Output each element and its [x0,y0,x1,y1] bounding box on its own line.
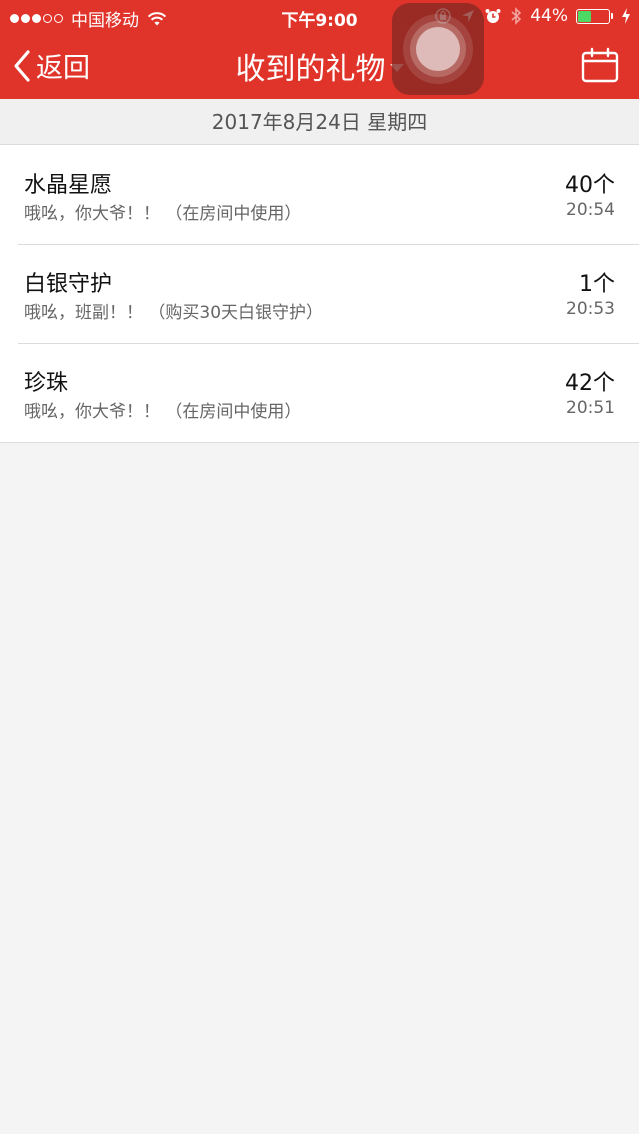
gift-time: 20:51 [566,398,615,418]
battery-icon [576,8,613,24]
gift-time: 20:53 [566,299,615,319]
gift-row[interactable]: 水晶星愿 哦吆，你大爷！！ （在房间中使用） 40个 20:54 [0,145,639,244]
status-bar: 中国移动 下午9:00 44% [0,0,639,34]
gift-count: 42个 [565,371,615,396]
gift-time: 20:54 [566,200,615,220]
date-header: 2017年8月24日 星期四 [0,99,639,145]
back-button[interactable]: 返回 [12,46,90,85]
assistive-touch-button[interactable] [392,3,484,95]
charging-icon [622,8,630,24]
calendar-icon[interactable] [581,47,619,83]
gift-count: 40个 [565,173,615,198]
bluetooth-icon [511,7,522,25]
back-button-label: 返回 [36,53,90,84]
gift-name: 水晶星愿 [24,173,113,198]
alarm-icon [485,9,501,23]
gift-message: 哦吆，你大爷！！ （在房间中使用） [24,204,302,224]
gift-message: 哦吆，班副！！ （购买30天白银守护） [24,303,324,323]
gift-list: 水晶星愿 哦吆，你大爷！！ （在房间中使用） 40个 20:54 白银守护 哦吆… [0,145,639,443]
chevron-left-icon [14,49,30,82]
battery-percent: 44% [530,6,568,26]
gift-name: 白银守护 [24,272,113,297]
gift-row[interactable]: 白银守护 哦吆，班副！！ （购买30天白银守护） 1个 20:53 [0,244,639,343]
gift-row[interactable]: 珍珠 哦吆，你大爷！！ （在房间中使用） 42个 20:51 [0,343,639,442]
navigation-bar: 返回 收到的礼物 [0,34,639,99]
gift-name: 珍珠 [24,371,69,396]
gift-message: 哦吆，你大爷！！ （在房间中使用） [24,402,302,422]
gift-count: 1个 [579,272,615,297]
header: 中国移动 下午9:00 44% 返回 收到的礼物 [0,0,639,99]
title-dropdown[interactable]: 收到的礼物 [236,44,404,88]
page-title: 收到的礼物 [235,52,386,87]
